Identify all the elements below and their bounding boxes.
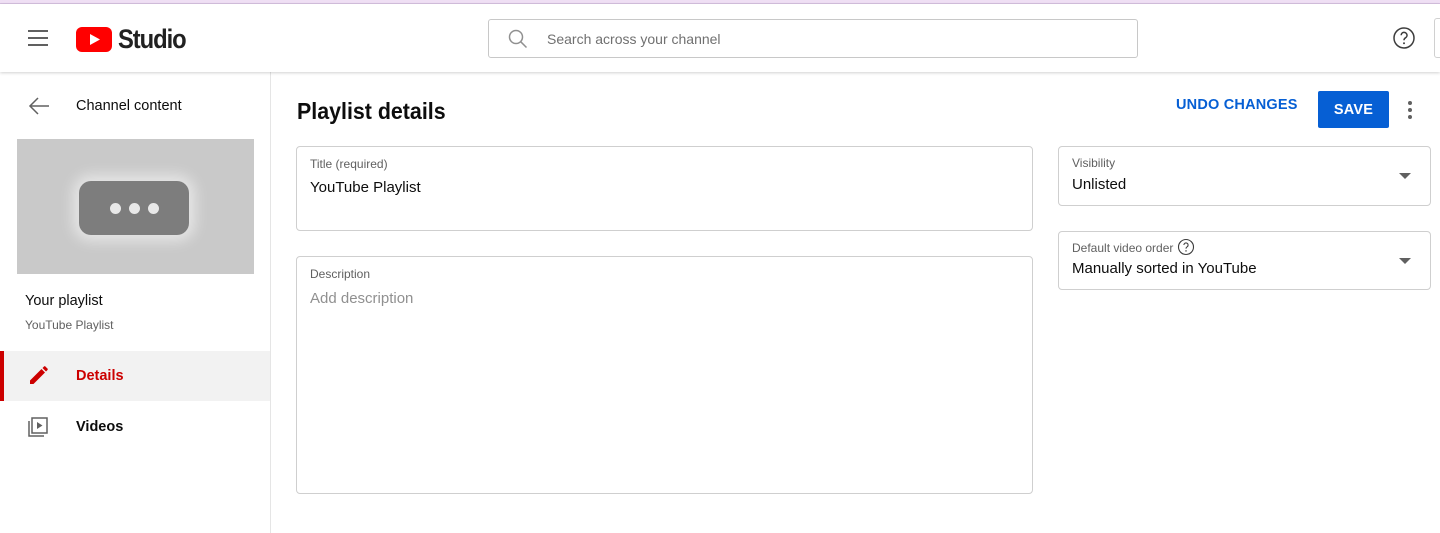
video-order-value: Manually sorted in YouTube bbox=[1072, 260, 1257, 277]
description-field-label: Description bbox=[310, 267, 371, 281]
top-bar: Studio bbox=[0, 4, 1440, 72]
search-icon bbox=[508, 29, 528, 48]
video-order-label: Default video order bbox=[1072, 241, 1174, 255]
search-box[interactable] bbox=[488, 19, 1138, 58]
caret-down-icon bbox=[1399, 173, 1411, 179]
main-content: Playlist details UNDO CHANGES SAVE Title… bbox=[272, 72, 1440, 533]
save-button[interactable]: SAVE bbox=[1318, 91, 1389, 128]
hamburger-menu-icon[interactable] bbox=[20, 24, 56, 52]
sidebar-item-details[interactable]: Details bbox=[0, 351, 270, 401]
youtube-play-logo-icon bbox=[76, 27, 112, 52]
description-field[interactable]: Description Add description bbox=[296, 256, 1033, 494]
description-placeholder[interactable]: Add description bbox=[310, 290, 413, 307]
visibility-label: Visibility bbox=[1072, 156, 1116, 170]
logo-text: Studio bbox=[118, 24, 187, 54]
playlist-section-title: Your playlist bbox=[25, 293, 103, 309]
create-button-edge[interactable] bbox=[1434, 18, 1440, 58]
arrow-back-icon bbox=[28, 97, 49, 115]
youtube-studio-logo[interactable]: Studio bbox=[76, 24, 195, 55]
sidebar: Channel content Your playlist YouTube Pl… bbox=[0, 72, 271, 533]
more-options-icon[interactable] bbox=[1400, 96, 1420, 124]
title-field-value[interactable]: YouTube Playlist bbox=[310, 179, 421, 196]
back-to-channel-content[interactable]: Channel content bbox=[0, 86, 270, 126]
help-icon[interactable] bbox=[1177, 238, 1195, 256]
page-title: Playlist details bbox=[297, 98, 446, 124]
pencil-icon bbox=[30, 366, 48, 384]
playlist-name: YouTube Playlist bbox=[25, 318, 114, 332]
playlist-thumbnail[interactable] bbox=[17, 139, 254, 274]
more-dots-placeholder-icon bbox=[79, 181, 189, 235]
title-field-label: Title (required) bbox=[310, 157, 388, 171]
help-icon[interactable] bbox=[1392, 26, 1416, 50]
visibility-dropdown[interactable]: Visibility Unlisted bbox=[1058, 146, 1431, 206]
sidebar-item-label: Videos bbox=[76, 419, 124, 435]
default-video-order-dropdown[interactable]: Default video order Manually sorted in Y… bbox=[1058, 231, 1431, 290]
search-input[interactable] bbox=[547, 30, 1107, 47]
visibility-value: Unlisted bbox=[1072, 176, 1127, 193]
undo-changes-button[interactable]: UNDO CHANGES bbox=[1176, 97, 1298, 121]
title-field[interactable]: Title (required) YouTube Playlist bbox=[296, 146, 1033, 231]
video-order-label-wrap: Default video order bbox=[1072, 238, 1195, 256]
video-list-icon bbox=[28, 417, 48, 437]
sidebar-item-videos[interactable]: Videos bbox=[0, 402, 270, 452]
back-label: Channel content bbox=[76, 98, 182, 114]
caret-down-icon bbox=[1399, 258, 1411, 264]
sidebar-item-label: Details bbox=[76, 368, 124, 384]
